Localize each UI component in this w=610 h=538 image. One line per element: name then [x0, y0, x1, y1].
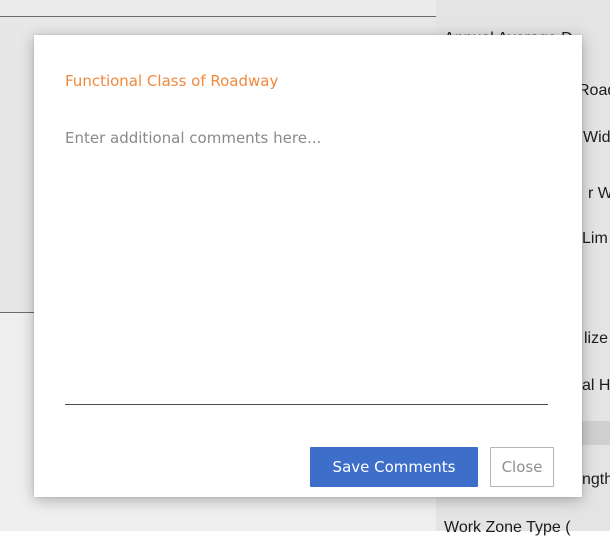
background-field-label: Roadw	[578, 82, 610, 99]
save-comments-button[interactable]: Save Comments	[310, 447, 478, 487]
background-field-label: Work Zone Type (	[444, 519, 571, 536]
close-button[interactable]: Close	[490, 447, 554, 487]
comments-dialog: Functional Class of Roadway Save Comment…	[34, 35, 582, 497]
background-field-label: Lim	[582, 230, 608, 247]
comments-textarea[interactable]	[65, 127, 548, 405]
background-field-label: Wid	[583, 129, 610, 146]
background-field-label: ngth	[582, 471, 610, 488]
background-top-strip	[0, 0, 436, 16]
background-field-label: r W	[588, 185, 610, 202]
dialog-title: Functional Class of Roadway	[65, 72, 279, 90]
background-field-label: lize	[584, 330, 609, 347]
background-field-label: al H	[582, 377, 610, 394]
